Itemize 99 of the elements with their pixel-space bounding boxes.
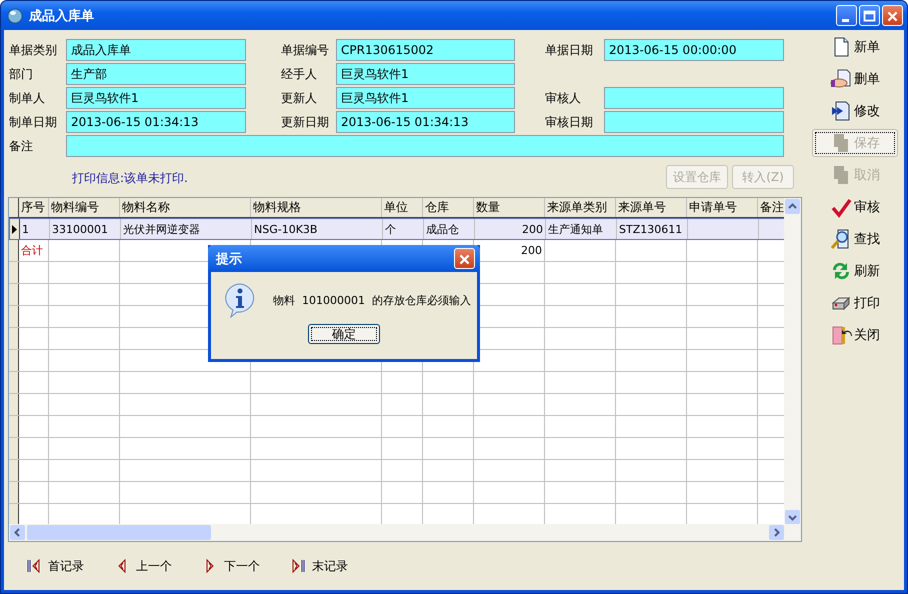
input-field[interactable]: 2013-06-15 01:34:13 xyxy=(336,111,515,133)
table-cell: 33100001 xyxy=(52,222,108,236)
field-label: 单据日期 xyxy=(544,42,594,58)
row-header[interactable] xyxy=(9,394,19,415)
input-field[interactable] xyxy=(604,87,784,109)
nav-button[interactable]: 末记录 xyxy=(290,558,348,574)
scroll-up-icon[interactable] xyxy=(785,199,800,214)
input-field[interactable]: 2013-06-15 00:00:00 xyxy=(604,39,784,61)
selected-row[interactable]: 1 33100001 光伏并网逆变器 NSG-10K3B 个 成品仓 200 生产通知单 STZ130611 xyxy=(9,218,786,240)
horizontal-scrollbar[interactable] xyxy=(9,524,801,541)
minimize-icon xyxy=(842,19,849,22)
nav-button[interactable]: 下一个 xyxy=(202,558,260,574)
table-cell: 成品仓 xyxy=(426,222,459,236)
vertical-scrollbar[interactable] xyxy=(784,198,801,526)
column-header[interactable]: 物料规格 xyxy=(251,198,382,217)
input-field[interactable]: 成品入库单 xyxy=(66,39,246,61)
column-header[interactable]: 物料编号 xyxy=(49,198,120,217)
toolbar-button[interactable]: 新单 xyxy=(812,33,898,61)
dialog-title: 提示 xyxy=(216,250,242,268)
input-field[interactable] xyxy=(66,135,784,157)
field-label: 经手人 xyxy=(280,66,318,82)
field-label: 更新日期 xyxy=(280,114,330,130)
toolbar-button[interactable]: 关闭 xyxy=(812,321,898,349)
column-header[interactable]: 数量 xyxy=(474,198,545,217)
input-field[interactable]: CPR130615002 xyxy=(336,39,515,61)
door-icon xyxy=(830,324,852,346)
row-header[interactable] xyxy=(9,350,19,371)
table-cell: 生产通知单 xyxy=(548,222,603,236)
refresh-icon xyxy=(830,260,852,282)
row-header[interactable] xyxy=(9,372,19,393)
input-field[interactable]: 2013-06-15 01:34:13 xyxy=(66,111,246,133)
field-label: 审核人 xyxy=(544,90,582,106)
dialog-close-button[interactable] xyxy=(454,248,475,269)
input-field[interactable]: 巨灵鸟软件1 xyxy=(336,87,515,109)
document-hand-icon xyxy=(830,68,852,90)
field-label: 单据类别 xyxy=(8,42,58,58)
row-header[interactable] xyxy=(9,240,19,261)
window-title: 成品入库单 xyxy=(29,8,94,24)
column-header[interactable]: 单位 xyxy=(382,198,423,217)
check-icon xyxy=(830,196,852,218)
scroll-down-icon[interactable] xyxy=(785,510,800,525)
row-pointer-icon xyxy=(12,224,17,234)
column-header[interactable]: 物料名称 xyxy=(120,198,251,217)
column-header[interactable]: 序号 xyxy=(19,198,49,217)
field-label: 单据编号 xyxy=(280,42,330,58)
nav-button[interactable]: 上一个 xyxy=(114,558,172,574)
row-header[interactable] xyxy=(9,504,19,525)
column-header[interactable]: 申请单号 xyxy=(687,198,758,217)
row-header[interactable] xyxy=(10,219,20,239)
toolbar-button[interactable]: 刷新 xyxy=(812,257,898,285)
table-cell: STZ130611 xyxy=(619,222,682,236)
row-header[interactable] xyxy=(9,328,19,349)
row-header[interactable] xyxy=(9,284,19,305)
nav-arrow-icon xyxy=(26,558,42,574)
column-header[interactable]: 仓库 xyxy=(423,198,474,217)
toolbar-button[interactable]: 修改 xyxy=(812,97,898,125)
input-field[interactable]: 巨灵鸟软件1 xyxy=(336,63,515,85)
row-header[interactable] xyxy=(9,416,19,437)
document-arrow-icon xyxy=(830,100,852,122)
column-header[interactable]: 来源单类别 xyxy=(545,198,616,217)
table-cell: 200 xyxy=(522,222,543,236)
column-header[interactable]: 来源单号 xyxy=(616,198,687,217)
field-label: 制单人 xyxy=(8,90,46,106)
row-header[interactable] xyxy=(9,460,19,481)
scroll-right-icon[interactable] xyxy=(769,525,784,540)
print-info: 打印信息:该单未打印. xyxy=(72,170,188,186)
field-label: 审核日期 xyxy=(544,114,594,130)
input-field[interactable] xyxy=(604,111,784,133)
toolbar-button[interactable]: 审核 xyxy=(812,193,898,221)
row-header[interactable] xyxy=(9,482,19,503)
table-cell: 1 xyxy=(22,222,29,236)
nav-arrow-icon xyxy=(290,558,306,574)
row-header[interactable] xyxy=(9,262,19,283)
field-label: 更新人 xyxy=(280,90,318,106)
table-cell: 200 xyxy=(521,244,542,257)
toolbar-button[interactable]: 删单 xyxy=(812,65,898,93)
field-label: 部门 xyxy=(8,66,34,82)
table-cell: NSG-10K3B xyxy=(254,222,318,236)
toolbar-button[interactable]: 打印 xyxy=(812,289,898,317)
table-cell: 光伏并网逆变器 xyxy=(123,222,200,236)
input-field[interactable]: 巨灵鸟软件1 xyxy=(66,87,246,109)
field-label: 制单日期 xyxy=(8,114,58,130)
ok-button[interactable]: 确定 xyxy=(308,324,380,344)
scroll-left-icon[interactable] xyxy=(10,525,25,540)
dialog-message: 物料 101000001 的存放仓库必须输入 xyxy=(273,292,471,308)
table-cell: 个 xyxy=(385,222,396,236)
info-icon xyxy=(223,282,257,318)
input-field[interactable]: 生产部 xyxy=(66,63,246,85)
nav-button[interactable]: 首记录 xyxy=(26,558,84,574)
row-header[interactable] xyxy=(9,306,19,327)
scroll-thumb[interactable] xyxy=(27,525,211,540)
close-button[interactable] xyxy=(882,5,903,26)
row-header[interactable] xyxy=(9,438,19,459)
globe-icon xyxy=(7,8,23,24)
toolbar-button[interactable]: 查找 xyxy=(812,225,898,253)
minimize-button[interactable] xyxy=(836,5,857,26)
maximize-button[interactable] xyxy=(859,5,880,26)
table-cell: 合计 xyxy=(21,243,43,258)
field-label: 备注 xyxy=(8,138,34,154)
